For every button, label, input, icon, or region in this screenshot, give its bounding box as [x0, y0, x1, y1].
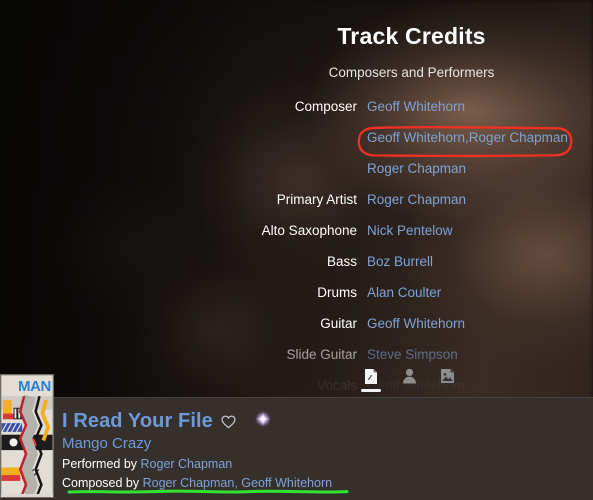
- performed-by-label: Performed by: [62, 457, 138, 471]
- page-title: Track Credits: [337, 23, 486, 49]
- credits-list: Composer Geoff Whitehorn Geoff Whitehorn,R…: [0, 99, 593, 400]
- credit-row: Drums Alan Coulter: [0, 285, 593, 316]
- track-credits-screen: Track Credits Composers and Performers C…: [0, 0, 593, 500]
- track-credits-panel: Track Credits Composers and Performers C…: [0, 0, 593, 400]
- active-tab-indicator: [361, 389, 381, 392]
- composer-name-2[interactable]: Geoff Whitehorn: [241, 476, 332, 490]
- credit-role-label: Alto Saxophone: [261, 223, 357, 238]
- credit-row: Bass Boz Burrell: [0, 254, 593, 285]
- credit-person-link[interactable]: Steve Simpson: [367, 347, 458, 362]
- person-icon: [402, 368, 416, 384]
- credit-row: Primary Artist Roger Chapman: [0, 192, 593, 223]
- performed-by-line: Performed by Roger Chapman: [62, 457, 585, 471]
- credit-row: Guitar Geoff Whitehorn: [0, 316, 593, 347]
- track-title[interactable]: I Read Your File: [62, 410, 213, 433]
- credit-person-link[interactable]: Roger Chapman: [367, 161, 466, 176]
- credit-person-link[interactable]: Boz Burrell: [367, 254, 433, 269]
- tab-images[interactable]: [438, 368, 456, 384]
- media-tabs[interactable]: [361, 368, 456, 392]
- lyrics-page-icon: [365, 369, 377, 384]
- credit-person-link[interactable]: Geoff Whitehorn: [367, 99, 465, 114]
- credit-role-label: Composer: [294, 99, 357, 114]
- credit-person-link[interactable]: Alan Coulter: [367, 285, 441, 300]
- heart-outline-icon[interactable]: [221, 415, 236, 429]
- performer-name[interactable]: Roger Chapman: [141, 457, 233, 471]
- credit-row: Slide Guitar Steve Simpson: [0, 347, 593, 378]
- composed-by-line: Composed by Roger Chapman, Geoff Whiteho…: [62, 476, 585, 490]
- credit-role-label: Primary Artist: [276, 192, 357, 207]
- page-subtitle: Composers and Performers: [328, 65, 495, 80]
- album-art-title: MAN: [18, 378, 51, 395]
- credit-person-link[interactable]: Nick Pentelow: [367, 223, 453, 238]
- album-name[interactable]: Mango Crazy: [62, 435, 585, 452]
- now-playing-bar: MAN I Read Your File Mango Crazy Perform…: [0, 374, 593, 500]
- track-title-row: I Read Your File: [62, 410, 585, 433]
- credit-row: Roger Chapman: [0, 161, 593, 192]
- credit-role-label: Slide Guitar: [286, 347, 357, 362]
- composed-by-label: Composed by: [62, 476, 140, 490]
- album-art[interactable]: MAN: [0, 374, 54, 498]
- credit-person-link[interactable]: Geoff Whitehorn: [367, 316, 465, 331]
- credit-row: Geoff Whitehorn,Roger Chapman: [0, 130, 593, 161]
- credit-person-link[interactable]: Geoff Whitehorn,Roger Chapman: [367, 130, 568, 145]
- now-playing-info: I Read Your File Mango Crazy Performed b…: [62, 410, 585, 490]
- tab-artist[interactable]: [400, 368, 418, 384]
- credit-row: Alto Saxophone Nick Pentelow: [0, 223, 593, 254]
- tab-lyrics[interactable]: [361, 368, 381, 392]
- credit-row: Composer Geoff Whitehorn: [0, 99, 593, 130]
- credit-role-label: Bass: [326, 254, 357, 269]
- credit-person-link[interactable]: Roger Chapman: [367, 192, 466, 207]
- sparkle-icon[interactable]: [254, 410, 272, 433]
- image-icon: [440, 369, 454, 383]
- credit-role-label: Drums: [317, 285, 357, 300]
- composer-name-1[interactable]: Roger Chapman: [143, 476, 235, 490]
- credit-role-label: Guitar: [320, 316, 357, 331]
